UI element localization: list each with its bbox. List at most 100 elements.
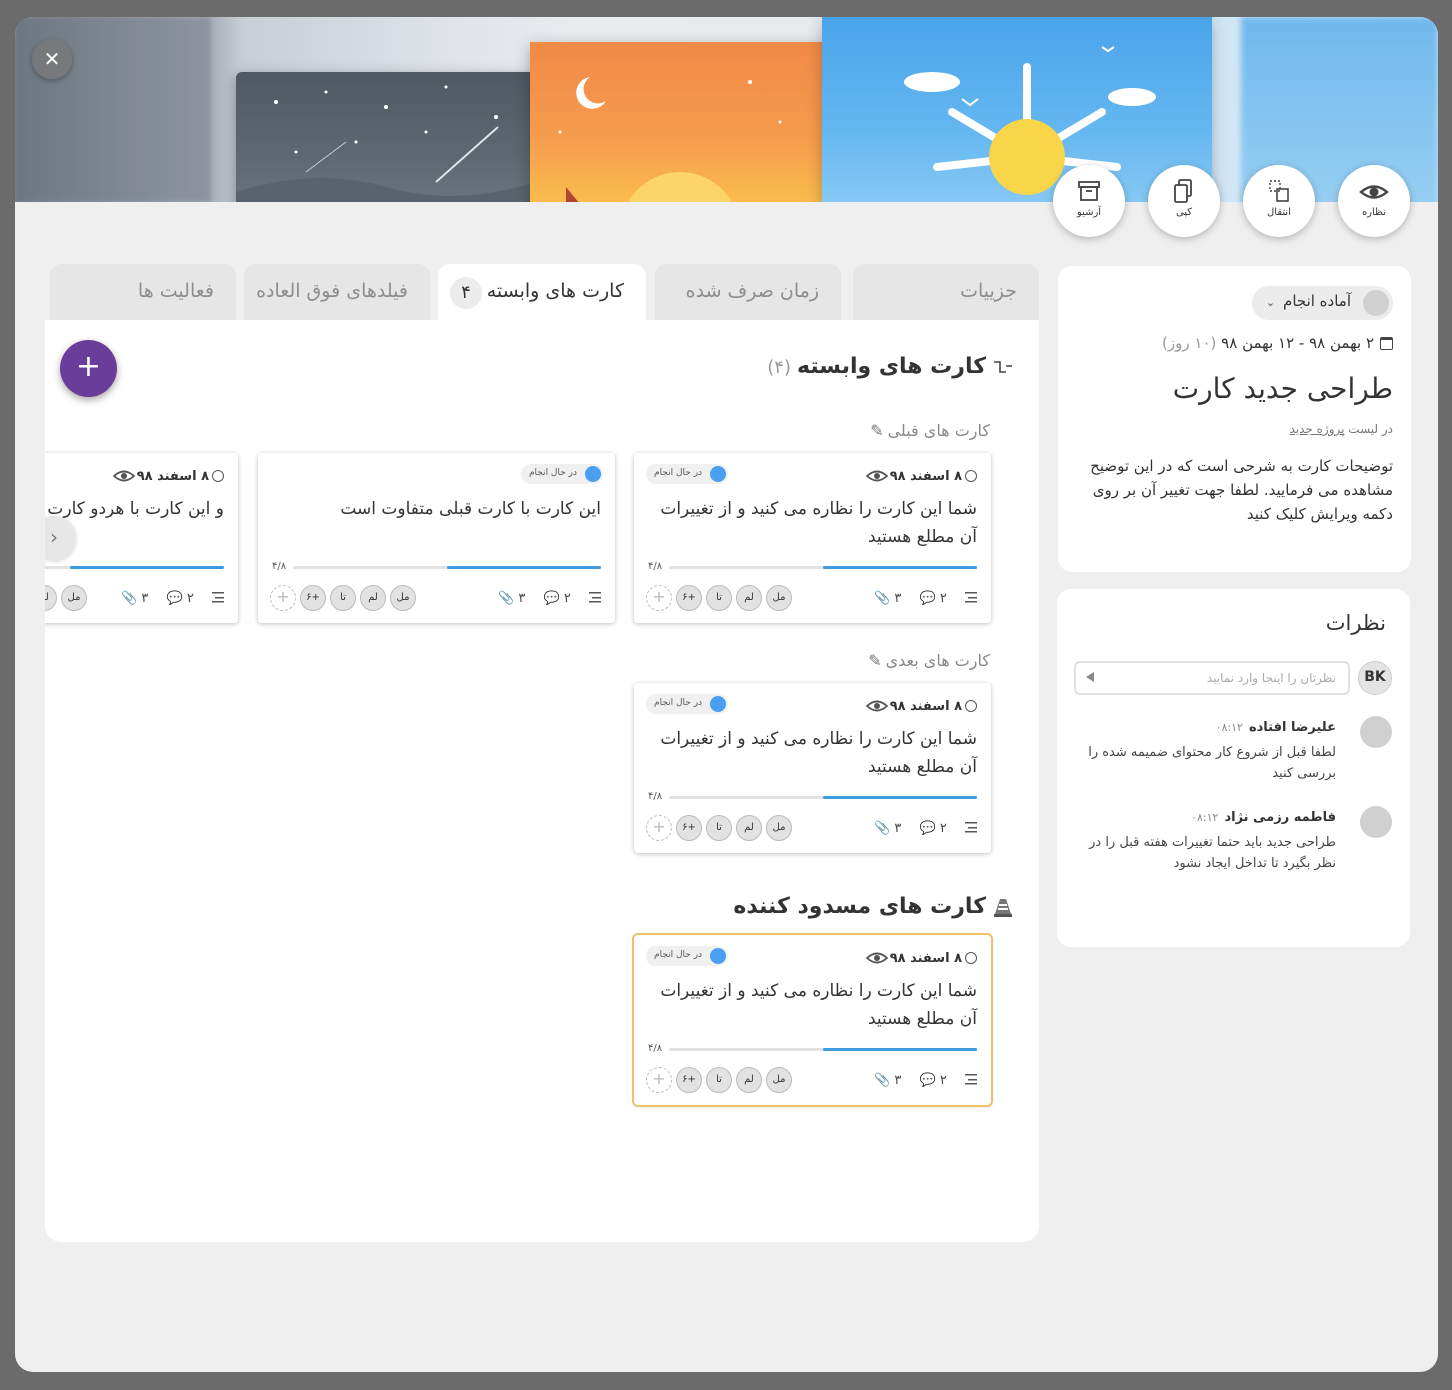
progress-bar (669, 1048, 977, 1051)
pencil-icon[interactable]: ✎ (870, 421, 883, 440)
previous-card-2[interactable]: در حال انجام این کارت با کارت قبلی متفاو… (258, 453, 615, 623)
state-dropdown[interactable]: آماده انجام ⌄ (1251, 286, 1393, 320)
status-text: در حال انجام (654, 950, 703, 960)
comment-placeholder: نظرتان را اینجا وارد نمایید (1206, 671, 1336, 685)
status-badge: در حال انجام (646, 694, 729, 714)
member-avatar[interactable]: تا (330, 585, 356, 611)
card-date-text: ۸ اسفند ۹۸ (889, 699, 962, 714)
description-icon (589, 592, 601, 603)
tab-activities[interactable]: فعالیت ها (50, 264, 236, 320)
eye-icon (113, 470, 135, 482)
member-avatar[interactable]: مل (766, 815, 792, 841)
tab-time-spent-label: زمان صرف شده (685, 280, 819, 302)
status-text: در حال انجام (654, 468, 703, 478)
comment-time: ۰۸:۱۲ (1191, 811, 1219, 824)
watch-button[interactable]: نظاره (1338, 165, 1410, 237)
card-title: شما این کارت را نظاره می کنید و از تغییر… (660, 981, 977, 1029)
card-members: + ۶+ تا لم مل (646, 585, 796, 611)
card-description[interactable]: توضیحات کارت به شرحی است که در این توضیح… (1083, 454, 1393, 526)
copy-button[interactable]: کپی (1148, 165, 1220, 237)
attachments-count: ۳ 📎 (498, 591, 526, 606)
member-avatar[interactable]: تا (706, 585, 732, 611)
moon-sun-icon (558, 77, 782, 202)
cover-art-sky (822, 17, 1212, 202)
comments-count: ۲ 💬 (919, 821, 947, 836)
member-avatar[interactable]: ۶+ (300, 585, 326, 611)
add-related-card-button[interactable]: + (60, 340, 117, 397)
status-badge: در حال انجام (646, 464, 729, 484)
member-avatar[interactable]: ۶+ (676, 815, 702, 841)
card-modal: ✕ نظاره انتقال کپی آرشیو جزییات زمان صرف… (15, 17, 1438, 1372)
status-badge: در حال انجام (520, 464, 603, 484)
night-stars-icon (236, 85, 536, 202)
checklist-progress: ۴/۸ (648, 561, 663, 572)
comment-text: لطفا قبل از شروع کار محتوای ضمیمه شده را… (1088, 745, 1336, 781)
tab-related-cards-count: ۴ (450, 277, 482, 309)
previous-card-1[interactable]: ۸ اسفند ۹۸ در حال انجام شما این کارت را … (634, 453, 991, 623)
next-cards-heading: کارت های بعدی✎ (868, 651, 990, 670)
tab-related-cards[interactable]: کارت های وابسته ۴ (438, 264, 646, 322)
member-avatar[interactable]: تا (706, 1067, 732, 1093)
archive-label: آرشیو (1076, 207, 1102, 218)
card-footer: ۲ 💬 ۳ 📎 (860, 821, 977, 836)
comment-item: فاطمه رزمی نژاد۰۸:۱۲ طراحی جدید باید حتم… (1072, 806, 1392, 876)
close-button[interactable]: ✕ (32, 39, 72, 79)
progress-fill (447, 566, 601, 569)
member-avatar[interactable]: مل (390, 585, 416, 611)
clock-icon (965, 470, 977, 482)
move-button[interactable]: انتقال (1243, 165, 1315, 237)
tab-time-spent[interactable]: زمان صرف شده (655, 264, 841, 320)
member-avatar[interactable]: مل (61, 585, 87, 611)
comment-input[interactable]: نظرتان را اینجا وارد نمایید (1074, 661, 1350, 695)
status-dot (585, 466, 601, 482)
status-dot (710, 948, 727, 964)
card-details-panel: آماده انجام ⌄ ۲ بهمن ۹۸ - ۱۲ بهمن ۹۸ (۱۰ … (1058, 266, 1411, 572)
member-avatar[interactable]: مل (766, 1067, 792, 1093)
attachments-count: ۳ 📎 (874, 1073, 902, 1088)
progress-bar (669, 796, 977, 799)
checklist-progress: ۴/۸ (272, 561, 287, 572)
add-member-button[interactable]: + (646, 815, 672, 841)
member-avatar[interactable]: ۶+ (676, 1067, 702, 1093)
next-card-1[interactable]: ۸ اسفند ۹۸ در حال انجام شما این کارت را … (634, 683, 991, 853)
add-member-button[interactable]: + (646, 585, 672, 611)
tab-related-cards-label: کارت های وابسته (486, 280, 624, 302)
copy-icon (1174, 179, 1192, 203)
description-icon (965, 822, 977, 833)
copy-label: کپی (1175, 207, 1193, 218)
member-avatar[interactable]: لم (736, 1067, 762, 1093)
archive-icon (1078, 181, 1100, 201)
checklist-progress: ۴/۸ (648, 1043, 663, 1054)
card-date-text: ۸ اسفند ۹۸ (889, 951, 962, 966)
watch-label: نظاره (1361, 207, 1387, 218)
pencil-icon[interactable]: ✎ (868, 651, 881, 670)
add-member-button[interactable]: + (646, 1067, 672, 1093)
date-range[interactable]: ۲ بهمن ۹۸ - ۱۲ بهمن ۹۸ (۱۰ روز) (1162, 334, 1393, 352)
member-avatar[interactable]: لم (736, 585, 762, 611)
card-date: ۸ اسفند ۹۸ (137, 469, 224, 484)
send-icon[interactable] (1086, 672, 1094, 682)
card-date-text: ۸ اسفند ۹۸ (889, 469, 962, 484)
member-avatar[interactable]: تا (706, 815, 732, 841)
member-avatar[interactable]: لم (360, 585, 386, 611)
status-text: در حال انجام (654, 698, 703, 708)
add-member-button[interactable]: + (270, 585, 296, 611)
member-avatar[interactable]: لم (736, 815, 762, 841)
next-cards-label: کارت های بعدی (885, 651, 990, 670)
cover-art-sunset (530, 42, 830, 202)
member-avatar[interactable]: لم (45, 585, 57, 611)
tab-custom-fields[interactable]: فیلدهای فوق العاده (244, 264, 430, 320)
tab-details[interactable]: جزییات (853, 264, 1039, 320)
related-cards-heading: کارت های وابسته(۴) (767, 354, 1014, 379)
cover-art-night (236, 72, 536, 202)
card-title[interactable]: طراحی جدید کارت (1173, 372, 1393, 405)
archive-button[interactable]: آرشیو (1053, 165, 1125, 237)
member-avatar[interactable]: ۶+ (676, 585, 702, 611)
comment-author: علیرضا افتاده۰۸:۱۲ (1215, 720, 1336, 735)
blocking-card-1[interactable]: ۸ اسفند ۹۸ در حال انجام شما این کارت را … (634, 935, 991, 1105)
list-link[interactable]: پروژه جدید (1289, 422, 1344, 436)
member-avatar[interactable]: مل (766, 585, 792, 611)
card-date-text: ۸ اسفند ۹۸ (136, 469, 209, 484)
comments-count: ۲ 💬 (543, 591, 571, 606)
clock-icon (965, 700, 977, 712)
